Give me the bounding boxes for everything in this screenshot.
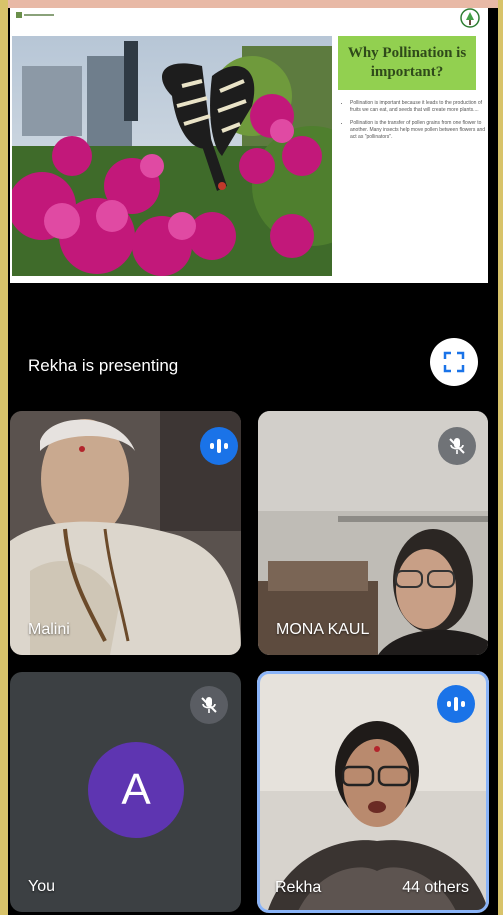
mic-off-icon [201,697,217,713]
participant-name: MONA KAUL [276,621,370,638]
fullscreen-button[interactable] [430,338,478,386]
slide-title: Why Pollination is important? [338,36,476,90]
participant-tile-you[interactable]: A You [10,672,241,912]
participant-tile-malini[interactable]: Malini [10,411,241,655]
presentation-panel[interactable]: Why Pollination is important? Pollinatio… [10,8,488,400]
tree-logo-icon [460,8,480,28]
fullscreen-icon [443,351,465,373]
participant-name: You [28,878,55,895]
window-top-edge [0,0,503,8]
participant-name: Rekha [275,879,322,896]
slide-bullet: Pollination is important because it lead… [350,100,488,114]
participant-name: Malini [28,621,70,638]
participant-tile-mona-kaul[interactable]: MONA KAUL [258,411,488,655]
participant-tile-rekha[interactable]: Rekha 44 others [257,671,489,913]
mic-off-icon [449,438,465,454]
muted-indicator [438,427,476,465]
audio-wave-icon [447,697,465,711]
butterfly-photo [12,36,332,276]
presenting-label: Rekha is presenting [28,356,179,375]
speaking-indicator [200,427,238,465]
window-left-edge [0,0,8,915]
muted-indicator [190,686,228,724]
window-right-edge [498,0,503,915]
school-logo [16,12,54,18]
shared-slide: Why Pollination is important? Pollinatio… [10,8,488,283]
audio-wave-icon [210,439,228,453]
slide-bullet-list: Pollination is important because it lead… [340,100,488,147]
slide-bullet: Pollination is the transfer of pollen gr… [350,120,488,141]
others-count-button[interactable]: 44 others [402,879,469,897]
speaking-indicator [437,685,475,723]
avatar: A [88,742,184,838]
